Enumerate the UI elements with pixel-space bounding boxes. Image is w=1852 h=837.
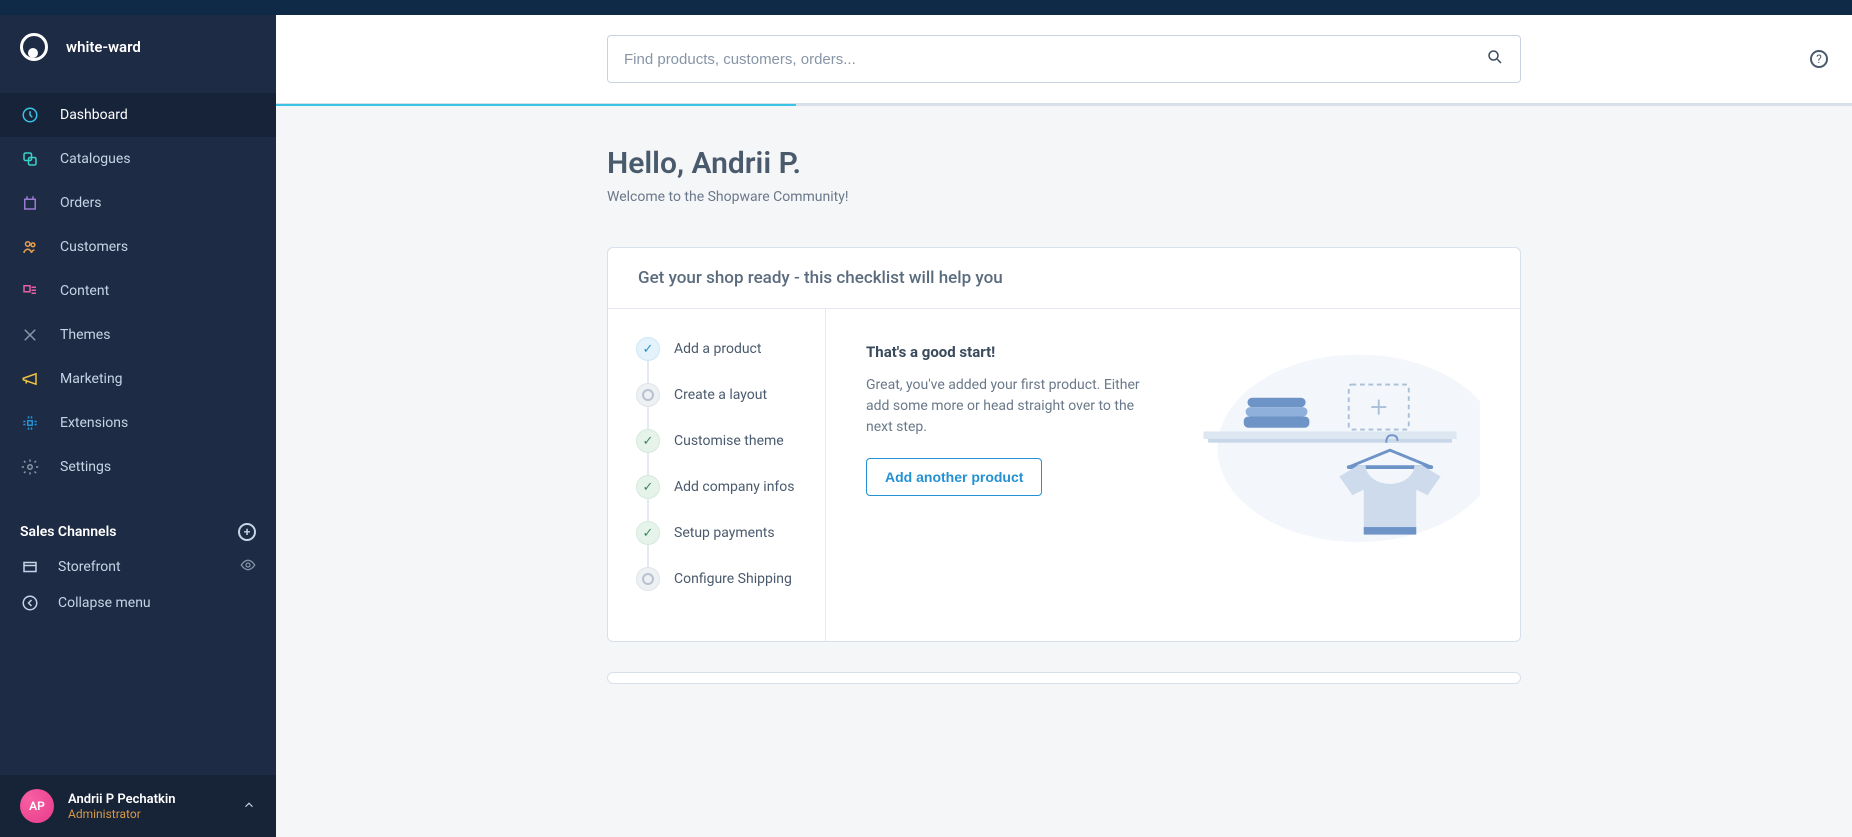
user-name: Andrii P Pechatkin (68, 792, 175, 807)
checklist-detail: That's a good start! Great, you've added… (826, 309, 1520, 641)
sidebar-item-content[interactable]: Content (0, 269, 276, 313)
checklist-label: Configure Shipping (674, 571, 792, 587)
shopware-logo-icon (20, 33, 48, 61)
sidebar-label: Customers (60, 239, 128, 255)
checklist-label: Add a product (674, 341, 761, 357)
sidebar-label: Dashboard (60, 107, 128, 123)
dashboard-icon (20, 105, 40, 125)
collapse-icon (20, 593, 40, 613)
user-menu[interactable]: AP Andrii P Pechatkin Administrator (0, 775, 276, 837)
sidebar-label: Marketing (60, 371, 123, 387)
sidebar-item-settings[interactable]: Settings (0, 445, 276, 489)
eye-icon[interactable] (240, 557, 256, 577)
sidebar-header[interactable]: white-ward (0, 15, 276, 79)
checklist-label: Customise theme (674, 433, 784, 449)
sidebar-item-orders[interactable]: Orders (0, 181, 276, 225)
sidebar-label: Orders (60, 195, 102, 211)
sidebar-item-dashboard[interactable]: Dashboard (0, 93, 276, 137)
checklist-label: Add company infos (674, 479, 795, 495)
browser-top-bar (0, 0, 1852, 15)
sidebar-item-customers[interactable]: Customers (0, 225, 276, 269)
check-icon: ✓ (636, 521, 660, 545)
checklist-panel: Get your shop ready - this checklist wil… (607, 247, 1521, 642)
chevron-up-icon (242, 797, 256, 816)
checklist: ✓ Add a product Create a layout ✓ Custom… (608, 309, 826, 641)
extensions-icon (20, 413, 40, 433)
sidebar-label: Settings (60, 459, 111, 475)
greeting-subtitle: Welcome to the Shopware Community! (607, 189, 1521, 205)
detail-body: Great, you've added your first product. … (866, 375, 1140, 438)
checklist-label: Setup payments (674, 525, 775, 541)
help-icon[interactable]: ? (1810, 50, 1828, 68)
check-icon: ✓ (636, 429, 660, 453)
checklist-item-create-layout[interactable]: Create a layout (636, 383, 807, 407)
search-input[interactable] (624, 51, 1486, 68)
search-bar-zone: ? (276, 15, 1852, 104)
orders-icon (20, 193, 40, 213)
themes-icon (20, 325, 40, 345)
settings-icon (20, 457, 40, 477)
pending-icon (636, 383, 660, 407)
shop-name: white-ward (66, 38, 141, 56)
sidebar-label: Extensions (60, 415, 128, 431)
sales-channel-storefront[interactable]: Storefront (0, 549, 276, 585)
catalogues-icon (20, 149, 40, 169)
search-icon[interactable] (1486, 48, 1504, 70)
sidebar-label: Catalogues (60, 151, 131, 167)
customers-icon (20, 237, 40, 257)
sidebar-nav: Dashboard Catalogues Orders Customers (0, 93, 276, 489)
checklist-item-configure-shipping[interactable]: Configure Shipping (636, 567, 807, 591)
sidebar-label: Content (60, 283, 109, 299)
avatar: AP (20, 789, 54, 823)
user-role: Administrator (68, 807, 175, 821)
sidebar-item-extensions[interactable]: Extensions (0, 401, 276, 445)
search-box[interactable] (607, 35, 1521, 83)
checklist-label: Create a layout (674, 387, 767, 403)
checklist-title: Get your shop ready - this checklist wil… (608, 248, 1520, 309)
marketing-icon (20, 369, 40, 389)
sidebar-label: Themes (60, 327, 110, 343)
main-content: ? Hello, Andrii P. Welcome to the Shopwa… (276, 15, 1852, 837)
next-panel-peek (607, 672, 1521, 684)
collapse-menu[interactable]: Collapse menu (0, 585, 276, 621)
sales-channels-title: Sales Channels (20, 524, 116, 540)
sidebar-item-themes[interactable]: Themes (0, 313, 276, 357)
pending-icon (636, 567, 660, 591)
checklist-item-customise-theme[interactable]: ✓ Customise theme (636, 429, 807, 453)
collapse-label: Collapse menu (58, 595, 151, 611)
channel-label: Storefront (58, 559, 121, 575)
check-icon: ✓ (636, 337, 660, 361)
detail-heading: That's a good start! (866, 343, 1140, 361)
check-icon: ✓ (636, 475, 660, 499)
checklist-item-add-product[interactable]: ✓ Add a product (636, 337, 807, 361)
add-another-product-button[interactable]: Add another product (866, 458, 1042, 496)
product-illustration (1180, 343, 1480, 607)
sidebar: white-ward Dashboard Catalogues Orders (0, 15, 276, 837)
greeting: Hello, Andrii P. Welcome to the Shopware… (607, 146, 1521, 205)
greeting-title: Hello, Andrii P. (607, 146, 1521, 181)
checklist-item-company-infos[interactable]: ✓ Add company infos (636, 475, 807, 499)
sidebar-item-marketing[interactable]: Marketing (0, 357, 276, 401)
content-icon (20, 281, 40, 301)
sales-channels-header: Sales Channels + (0, 509, 276, 549)
sidebar-item-catalogues[interactable]: Catalogues (0, 137, 276, 181)
storefront-icon (20, 557, 40, 577)
checklist-item-setup-payments[interactable]: ✓ Setup payments (636, 521, 807, 545)
add-channel-icon[interactable]: + (238, 523, 256, 541)
